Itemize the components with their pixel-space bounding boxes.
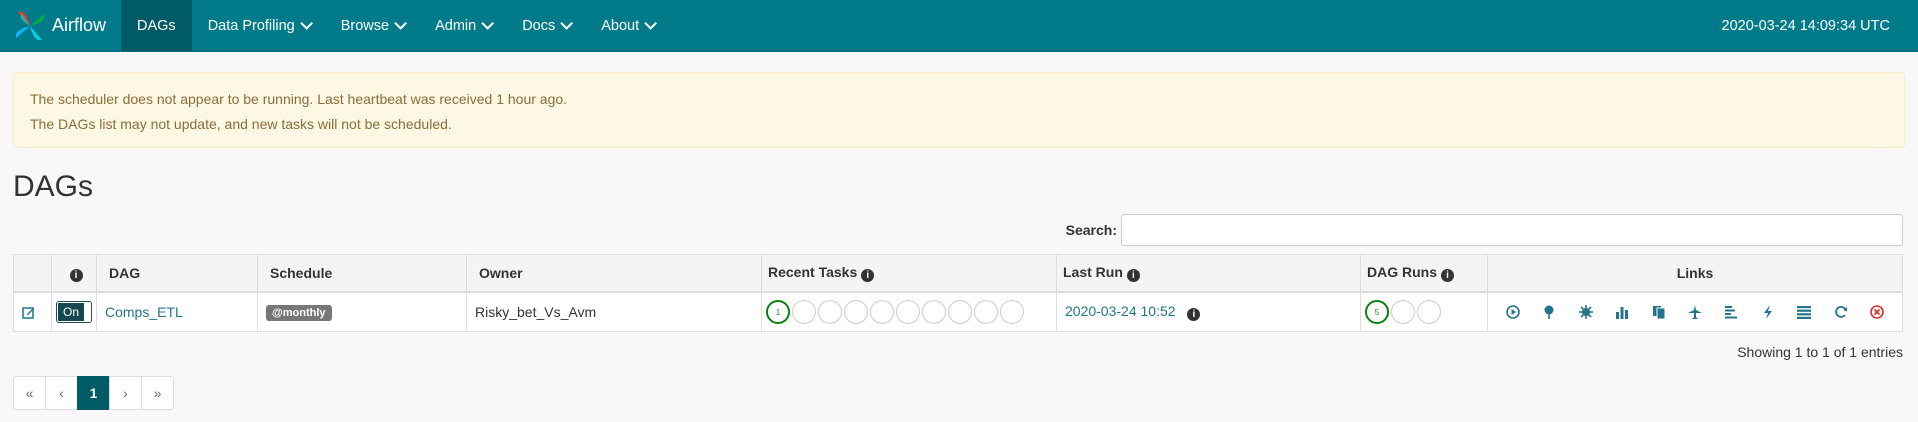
task-tries-icon[interactable] — [1650, 303, 1668, 321]
nav-browse[interactable]: Browse — [325, 0, 419, 51]
nav-admin[interactable]: Admin — [419, 0, 506, 51]
dag-run-running-circle[interactable] — [1391, 300, 1415, 324]
toggle-cell: On — [51, 291, 97, 332]
header-info: i — [51, 254, 97, 293]
refresh-icon[interactable] — [1832, 303, 1850, 321]
info-icon: i — [1126, 269, 1140, 282]
nav-about-label: About — [601, 17, 640, 34]
search-row: Search: — [13, 214, 1903, 246]
task-status-circle[interactable] — [792, 300, 816, 324]
task-status-circle[interactable] — [922, 300, 946, 324]
brand-text: Airflow — [52, 15, 107, 35]
pager-next-button[interactable]: › — [109, 376, 142, 410]
table-header-row: i DAG Schedule Owner Recent Tasks i Last … — [13, 254, 1903, 293]
nav-browse-label: Browse — [340, 17, 390, 34]
pager-prev-button[interactable]: ‹ — [45, 376, 78, 410]
airflow-brand[interactable]: Airflow — [0, 0, 121, 51]
scheduler-warning-alert: The scheduler does not appear to be runn… — [13, 72, 1905, 148]
dag-pause-toggle[interactable]: On — [56, 301, 92, 323]
info-icon: i — [69, 269, 83, 282]
alert-line-1: The scheduler does not appear to be runn… — [30, 91, 568, 107]
nav-admin-label: Admin — [435, 17, 477, 34]
landing-times-icon[interactable] — [1686, 303, 1704, 321]
header-owner[interactable]: Owner — [466, 254, 762, 293]
code-view-icon[interactable] — [1759, 303, 1777, 321]
task-status-circle[interactable] — [844, 300, 868, 324]
info-icon: i — [861, 269, 875, 282]
task-status-circle[interactable] — [974, 300, 998, 324]
task-status-circle[interactable] — [948, 300, 972, 324]
nav-about[interactable]: About — [585, 0, 669, 51]
info-icon[interactable]: i — [1187, 308, 1201, 321]
task-duration-icon[interactable] — [1613, 303, 1631, 321]
task-status-circle[interactable] — [896, 300, 920, 324]
server-time: 2020-03-24 14:09:34 UTC — [1721, 17, 1890, 34]
task-status-circle[interactable] — [1000, 300, 1024, 324]
pager-last-button[interactable]: » — [141, 376, 174, 410]
header-last-run-label: Last Run — [1063, 264, 1123, 280]
dag-run-failed-circle[interactable] — [1417, 300, 1441, 324]
alert-line-2: The DAGs list may not update, and new ta… — [30, 116, 452, 132]
header-links: Links — [1487, 254, 1903, 293]
logs-icon[interactable] — [1795, 303, 1813, 321]
dag-run-success-circle[interactable]: 5 — [1365, 300, 1389, 324]
dag-cell: Comps_ETL — [96, 291, 258, 332]
task-status-circle[interactable] — [818, 300, 842, 324]
header-schedule[interactable]: Schedule — [257, 254, 467, 293]
links-cell — [1487, 291, 1903, 332]
task-status-circle[interactable] — [870, 300, 894, 324]
recent-tasks-cell: 1 — [761, 291, 1057, 332]
nav-data-profiling[interactable]: Data Profiling — [192, 0, 325, 51]
header-dag-runs-label: DAG Runs — [1367, 264, 1437, 280]
chevron-down-icon — [299, 17, 313, 30]
tree-view-icon[interactable] — [1540, 303, 1558, 321]
header-last-run: Last Run i — [1056, 254, 1361, 293]
edit-cell — [13, 291, 52, 332]
trigger-dag-icon[interactable] — [1504, 303, 1522, 321]
graph-view-icon[interactable] — [1577, 303, 1595, 321]
table-row: On Comps_ETL @monthly Risky_bet_Vs_Avm 1 — [13, 291, 1903, 332]
nav-data-profiling-label: Data Profiling — [207, 17, 295, 34]
search-input[interactable] — [1121, 214, 1903, 246]
info-icon: i — [1441, 269, 1454, 282]
dag-runs-circles: 5 — [1365, 300, 1483, 324]
nav-dags-label: DAGs — [137, 17, 176, 34]
header-recent-tasks: Recent Tasks i — [761, 254, 1057, 293]
header-dag-runs: DAG Runs i — [1360, 254, 1488, 293]
chevron-down-icon — [394, 17, 408, 30]
dag-link[interactable]: Comps_ETL — [105, 304, 183, 320]
header-edit — [13, 254, 52, 293]
dag-links — [1496, 303, 1894, 321]
owner-cell: Risky_bet_Vs_Avm — [466, 291, 762, 332]
gantt-icon[interactable] — [1722, 303, 1740, 321]
search-label: Search: — [1065, 222, 1117, 238]
last-run-cell: 2020-03-24 10:52 i — [1056, 291, 1361, 332]
pager-page-1[interactable]: 1 — [77, 376, 110, 410]
header-dag[interactable]: DAG — [96, 254, 258, 293]
entries-info: Showing 1 to 1 of 1 entries — [1737, 344, 1903, 360]
recent-tasks-circles: 1 — [766, 300, 1052, 324]
dags-table: i DAG Schedule Owner Recent Tasks i Last … — [13, 254, 1903, 332]
nav-docs-label: Docs — [522, 17, 556, 34]
toggle-on-label: On — [57, 302, 85, 322]
nav-docs[interactable]: Docs — [506, 0, 585, 51]
chevron-down-icon — [560, 17, 574, 30]
delete-dag-icon[interactable] — [1868, 303, 1886, 321]
pager-first-button[interactable]: « — [13, 376, 46, 410]
airflow-logo-icon — [15, 11, 45, 40]
dag-runs-cell: 5 — [1360, 291, 1488, 332]
header-recent-tasks-label: Recent Tasks — [768, 264, 858, 280]
schedule-cell: @monthly — [257, 291, 467, 332]
chevron-down-icon — [481, 17, 495, 30]
schedule-badge[interactable]: @monthly — [266, 305, 332, 321]
edit-icon[interactable] — [22, 306, 43, 319]
nav-dags[interactable]: DAGs — [121, 0, 192, 51]
task-status-success-circle[interactable]: 1 — [766, 300, 790, 324]
pagination: « ‹ 1 › » — [13, 376, 1918, 410]
chevron-down-icon — [644, 17, 658, 30]
page-title: DAGs — [13, 170, 94, 203]
last-run-link[interactable]: 2020-03-24 10:52 — [1065, 303, 1176, 319]
top-navbar: Airflow DAGs Data Profiling Browse Admin… — [0, 0, 1918, 52]
